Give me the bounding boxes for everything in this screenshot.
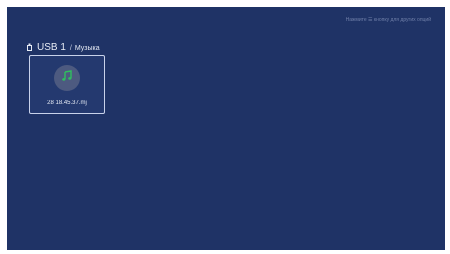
music-note-icon [61, 69, 73, 87]
file-tile[interactable]: 28 18.45.37.mj [29, 55, 105, 114]
file-name: 28 18.45.37.mj [47, 100, 87, 106]
breadcrumb: USB 1 / Музыка [27, 37, 100, 53]
breadcrumb-root[interactable]: USB 1 [37, 42, 66, 53]
breadcrumb-current-folder: Музыка [74, 45, 100, 52]
options-hint: Нажмите ☰ кнопку для других опций [345, 17, 431, 23]
file-thumbnail [54, 65, 80, 91]
breadcrumb-separator: / [69, 45, 72, 52]
tv-screen: Нажмите ☰ кнопку для других опций USB 1 … [7, 7, 445, 250]
usb-drive-icon [27, 38, 32, 51]
